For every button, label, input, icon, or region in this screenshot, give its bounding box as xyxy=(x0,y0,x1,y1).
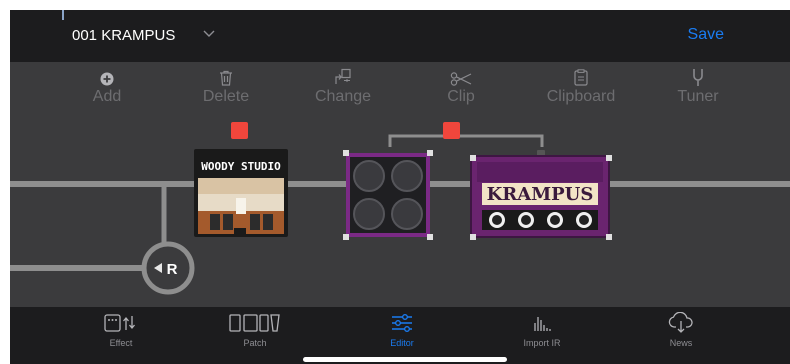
scroll-indicator xyxy=(62,10,64,20)
cabinet-block[interactable] xyxy=(343,150,433,240)
trash-icon xyxy=(186,62,266,86)
delete-button[interactable]: Delete xyxy=(186,62,266,106)
tuner-label: Tuner xyxy=(677,88,719,105)
home-indicator[interactable] xyxy=(303,357,507,362)
top-bar: 001 KRAMPUS Save xyxy=(10,10,790,62)
swap-icon xyxy=(303,62,383,86)
amp-block-title: KRAMPUS xyxy=(487,184,594,205)
editor-sliders-icon xyxy=(357,309,447,337)
tab-patch[interactable]: Patch xyxy=(210,309,300,348)
patch-icon xyxy=(210,309,300,337)
waveform-icon xyxy=(497,309,587,337)
tab-editor-label: Editor xyxy=(390,338,414,348)
clipboard-label: Clipboard xyxy=(546,88,616,105)
tab-effect[interactable]: Effect xyxy=(76,309,166,348)
selected-marker[interactable] xyxy=(231,122,248,139)
change-label: Change xyxy=(314,88,372,105)
signal-chain: WOODY STUDIO KRAMPUS R xyxy=(10,122,790,295)
add-button[interactable]: Add xyxy=(67,62,147,106)
clip-label: Clip xyxy=(447,88,475,105)
ir-block-title: WOODY STUDIO xyxy=(201,160,281,173)
return-node-label: R xyxy=(167,261,178,278)
add-label: Add xyxy=(92,88,122,105)
selected-marker[interactable] xyxy=(443,122,460,139)
tab-news-label: News xyxy=(669,338,693,348)
tab-news[interactable]: News xyxy=(636,309,726,348)
tab-bar: Effect Patch Editor Import IR News xyxy=(10,307,790,364)
chevron-down-icon[interactable] xyxy=(202,28,216,38)
edit-toolbar: Add Delete Change Clip Clipboard Tuner xyxy=(10,62,790,118)
tab-import-ir-label: Import IR xyxy=(523,338,561,348)
save-button[interactable]: Save xyxy=(688,26,724,44)
tuner-fork-icon xyxy=(658,62,738,86)
clipboard-button[interactable]: Clipboard xyxy=(541,62,621,106)
parallel-bracket xyxy=(388,134,544,147)
delete-label: Delete xyxy=(202,88,250,105)
editor-screen: 001 KRAMPUS Save Add Delete Change Clip … xyxy=(10,10,790,364)
cloud-download-icon xyxy=(636,309,726,337)
change-button[interactable]: Change xyxy=(303,62,383,106)
effect-icon xyxy=(76,309,166,337)
plus-circle-icon xyxy=(67,62,147,86)
tab-import-ir[interactable]: Import IR xyxy=(497,309,587,348)
tab-patch-label: Patch xyxy=(243,338,267,348)
clip-button[interactable]: Clip xyxy=(421,62,501,106)
tuner-button[interactable]: Tuner xyxy=(658,62,738,106)
tab-effect-label: Effect xyxy=(109,338,133,348)
clipboard-icon xyxy=(541,62,621,86)
tab-editor[interactable]: Editor xyxy=(357,309,447,348)
scissors-icon xyxy=(421,62,501,86)
patch-name[interactable]: 001 KRAMPUS xyxy=(72,27,175,44)
